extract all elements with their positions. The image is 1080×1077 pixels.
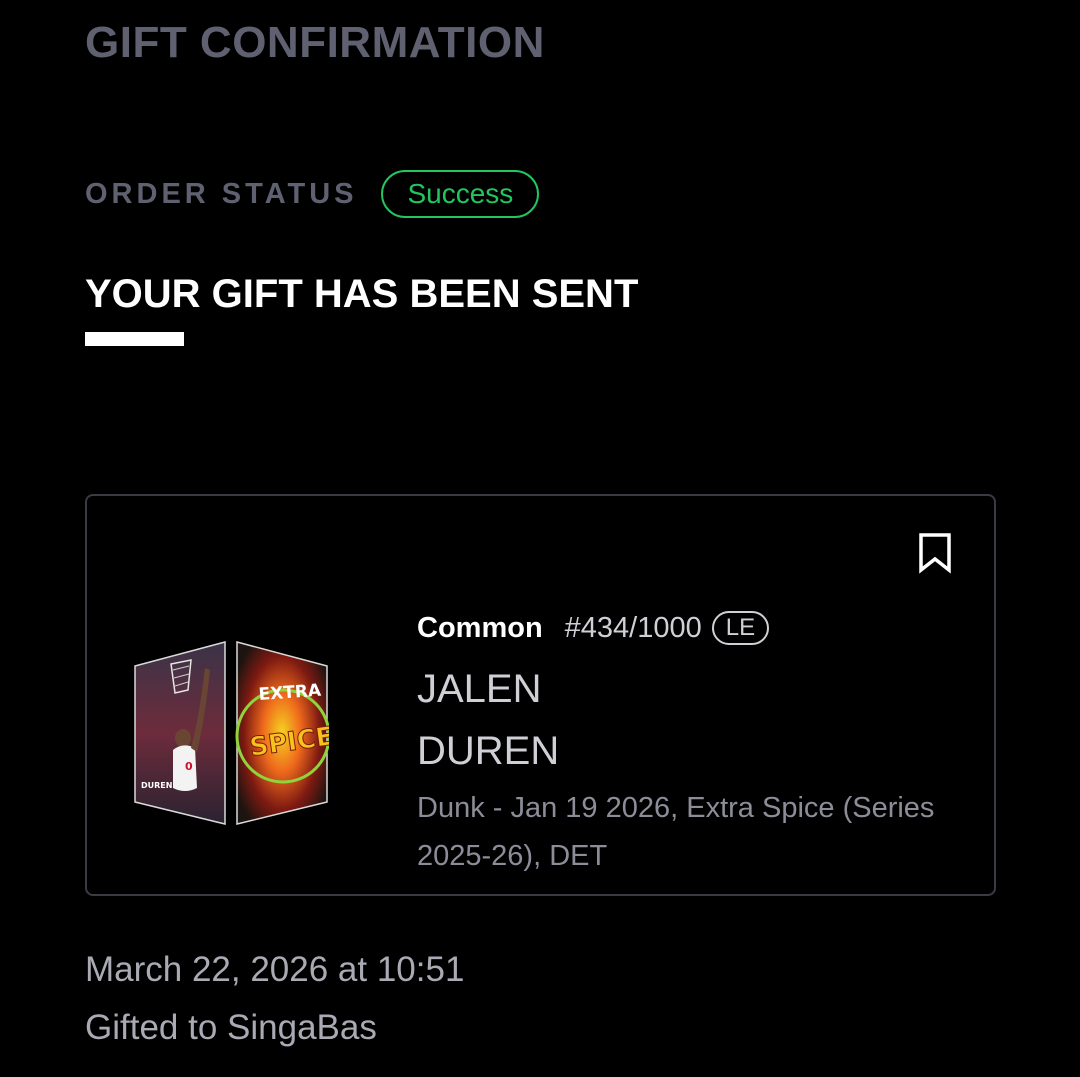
moment-info: Common #434/1000 LE JALEN DUREN Dunk - J… [417,608,977,880]
bookmark-icon[interactable] [917,532,953,574]
gift-date: March 22, 2026 at 10:51 [85,950,465,989]
moment-image-player-label: DUREN [141,781,172,790]
gift-confirmation-page: GIFT CONFIRMATION ORDER STATUS Success Y… [0,0,1080,1077]
moment-description: Dunk - Jan 19 2026, Extra Spice (Series … [417,792,935,872]
svg-text:0: 0 [185,760,193,773]
serial-number: #434/1000 [564,611,702,644]
order-status-row: ORDER STATUS Success [85,168,540,220]
status-badge: Success [381,170,540,218]
tier-label: Common [417,611,543,644]
order-status-label: ORDER STATUS [85,177,358,210]
tier-row: Common #434/1000 LE [417,608,977,648]
page-title: GIFT CONFIRMATION [85,18,545,67]
player-first-name: JALEN [417,667,542,711]
player-last-name: DUREN [417,729,560,773]
gift-recipient: Gifted to SingaBas [85,1008,377,1047]
moment-card-image[interactable]: 0 DUREN EXTRA SPICE [133,638,329,828]
moment-card[interactable]: 0 DUREN EXTRA SPICE Common #434/1000 LE … [85,494,996,896]
gift-sent-headline: YOUR GIFT HAS BEEN SENT [85,272,639,316]
player-name: JALEN DUREN [417,658,977,782]
limited-edition-badge: LE [711,611,770,645]
headline-underline [85,332,184,346]
